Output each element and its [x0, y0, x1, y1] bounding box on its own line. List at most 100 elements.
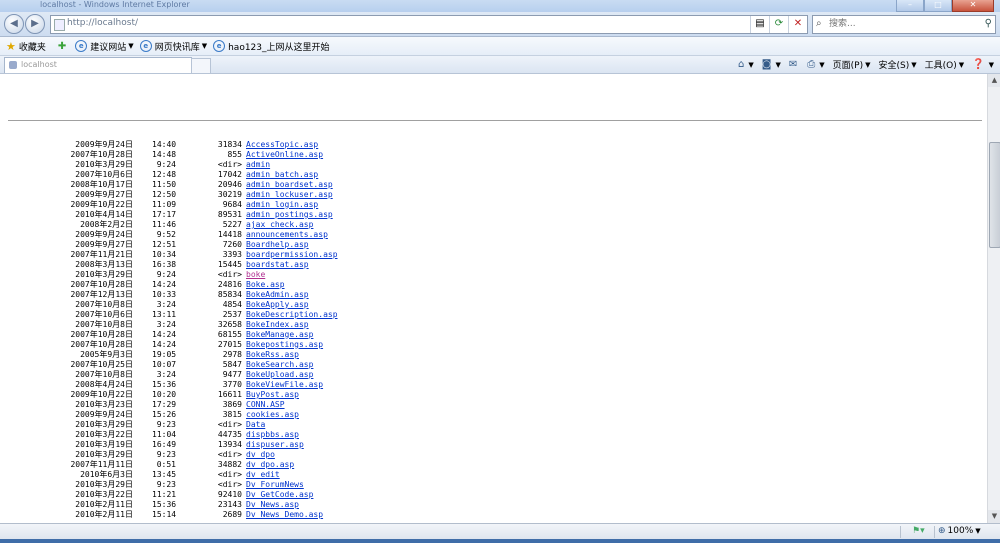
- favorite-item-hao123[interactable]: e hao123_上网从这里开始: [213, 40, 330, 53]
- file-date: 2010年3月22日: [75, 490, 133, 499]
- help-button[interactable]: ❓ ▼: [972, 59, 994, 70]
- print-button[interactable]: ⎙ ▼: [807, 59, 824, 70]
- safety-menu-label: 安全(S): [878, 61, 910, 71]
- file-time: 14:40: [152, 140, 177, 149]
- scroll-up-arrow-icon[interactable]: ▲: [988, 74, 1000, 87]
- divider: [934, 526, 935, 538]
- file-link[interactable]: Dv_ForumNews: [246, 480, 304, 490]
- compat-view-icon[interactable]: ▤: [750, 16, 769, 33]
- address-tools: ▤ ⟳ ✕: [750, 16, 807, 33]
- file-date: 2007年10月28日: [70, 150, 133, 159]
- file-size: 27015: [217, 340, 242, 349]
- file-time: 13:45: [152, 470, 177, 479]
- feeds-button[interactable]: ◙ ▼: [762, 59, 781, 70]
- file-link[interactable]: BokeManage.asp: [246, 330, 313, 340]
- add-favorite-button[interactable]: ✚: [58, 41, 69, 52]
- file-link[interactable]: Boardhelp.asp: [246, 240, 309, 250]
- read-mail-button[interactable]: ✉: [789, 59, 799, 70]
- favorites-button[interactable]: ★ 收藏夹: [6, 40, 46, 53]
- file-link[interactable]: boke: [246, 270, 265, 280]
- file-time: 15:14: [152, 510, 177, 519]
- file-link[interactable]: Bokepostings.asp: [246, 340, 323, 350]
- file-date: 2010年3月29日: [75, 160, 133, 169]
- search-input[interactable]: [829, 17, 969, 30]
- file-link[interactable]: BokeSearch.asp: [246, 360, 313, 370]
- file-link[interactable]: cookies.asp: [246, 410, 299, 420]
- new-tab-button[interactable]: [191, 58, 211, 74]
- minimize-button[interactable]: –: [896, 0, 924, 12]
- back-button[interactable]: ◀: [4, 14, 24, 34]
- file-link[interactable]: BokeUpload.asp: [246, 370, 313, 380]
- file-time: 14:24: [152, 280, 177, 289]
- zoom-control[interactable]: ⊕ 100% ▼: [938, 526, 981, 536]
- file-time: 10:33: [152, 290, 177, 299]
- file-link[interactable]: ajax_check.asp: [246, 220, 313, 230]
- maximize-button[interactable]: □: [924, 0, 952, 12]
- address-url[interactable]: http://localhost/: [67, 18, 138, 28]
- home-button[interactable]: ⌂ ▼: [738, 59, 754, 70]
- file-link[interactable]: BokeViewFile.asp: [246, 380, 323, 390]
- tools-menu[interactable]: 工具(O) ▼: [925, 58, 965, 72]
- file-link[interactable]: admin_boardset.asp: [246, 180, 333, 190]
- close-window-button[interactable]: ✕: [952, 0, 994, 12]
- scrollbar-thumb[interactable]: [989, 142, 1000, 248]
- file-link[interactable]: BokeIndex.asp: [246, 320, 309, 330]
- file-link[interactable]: BokeDescription.asp: [246, 310, 338, 320]
- divider: [8, 120, 982, 121]
- search-icon[interactable]: ⚲: [985, 18, 992, 29]
- file-link[interactable]: dispbbs.asp: [246, 430, 299, 440]
- page-menu[interactable]: 页面(P) ▼: [833, 58, 871, 72]
- window-title-bar: localhost - Windows Internet Explorer – …: [0, 0, 1000, 12]
- file-link[interactable]: BokeApply.asp: [246, 300, 309, 310]
- file-link[interactable]: dv_dpo: [246, 450, 275, 460]
- file-date: 2009年10月22日: [70, 200, 133, 209]
- chevron-down-icon: ▼: [988, 60, 994, 69]
- protected-mode-icon[interactable]: ⚑▾: [912, 526, 925, 536]
- file-link[interactable]: announcements.asp: [246, 230, 328, 240]
- file-link[interactable]: Boke.asp: [246, 280, 285, 290]
- file-link[interactable]: dv_edit: [246, 470, 280, 480]
- favorite-item-label: 网页快讯库: [154, 42, 200, 53]
- file-date: 2007年10月8日: [75, 300, 133, 309]
- file-link[interactable]: BokeAdmin.asp: [246, 290, 309, 300]
- favorites-bar: ★ 收藏夹 ✚ e 建议网站 ▼ e 网页快讯库 ▼ e hao123_上网从这…: [0, 37, 1000, 56]
- tab-localhost[interactable]: localhost: [4, 57, 192, 73]
- refresh-icon[interactable]: ⟳: [769, 16, 788, 33]
- search-box[interactable]: ⌕ ⚲: [812, 15, 996, 34]
- file-link[interactable]: boardpermission.asp: [246, 250, 338, 260]
- forward-button[interactable]: ▶: [25, 14, 45, 34]
- file-link[interactable]: ActiveOnline.asp: [246, 150, 323, 160]
- file-link[interactable]: AccessTopic.asp: [246, 140, 318, 150]
- file-link[interactable]: admin_postings.asp: [246, 210, 333, 220]
- file-time: 17:17: [152, 210, 177, 219]
- favorites-label: 收藏夹: [18, 42, 46, 53]
- stop-icon[interactable]: ✕: [788, 16, 807, 33]
- file-link[interactable]: admin: [246, 160, 270, 170]
- ie-icon: e: [139, 40, 152, 52]
- divider: [900, 526, 901, 538]
- file-link[interactable]: admin_login.asp: [246, 200, 318, 210]
- file-link[interactable]: dispuser.asp: [246, 440, 304, 450]
- file-link[interactable]: Dv_News.asp: [246, 500, 299, 510]
- file-link[interactable]: BuyPost.asp: [246, 390, 299, 400]
- scroll-down-arrow-icon[interactable]: ▼: [988, 510, 1000, 523]
- file-link[interactable]: Dv_News_Demo.asp: [246, 510, 323, 520]
- file-link[interactable]: BokeRss.asp: [246, 350, 299, 360]
- file-link[interactable]: admin_batch.asp: [246, 170, 318, 180]
- page-content: 2009年9月24日 14:40 31834 AccessTopic.asp 2007年…: [0, 74, 987, 523]
- file-link[interactable]: boardstat.asp: [246, 260, 309, 270]
- file-link[interactable]: dv_dpo.asp: [246, 460, 294, 470]
- address-bar[interactable]: http://localhost/ ▤ ⟳ ✕: [50, 15, 808, 34]
- file-link[interactable]: Data: [246, 420, 265, 430]
- file-link[interactable]: admin_lockuser.asp: [246, 190, 333, 200]
- file-link[interactable]: CONN.ASP: [246, 400, 285, 410]
- file-date: 2008年3月13日: [75, 260, 133, 269]
- search-provider-icon[interactable]: ⌕: [816, 18, 822, 29]
- vertical-scrollbar[interactable]: ▲ ▼: [987, 74, 1000, 523]
- safety-menu[interactable]: 安全(S) ▼: [878, 58, 917, 72]
- favorite-item-suggested-sites[interactable]: e 建议网站 ▼: [75, 40, 134, 53]
- file-link[interactable]: Dv_GetCode.asp: [246, 490, 313, 500]
- file-date: 2009年9月24日: [75, 410, 133, 419]
- file-size: 17042: [217, 170, 242, 179]
- favorite-item-web-slice-gallery[interactable]: e 网页快讯库 ▼: [139, 40, 207, 53]
